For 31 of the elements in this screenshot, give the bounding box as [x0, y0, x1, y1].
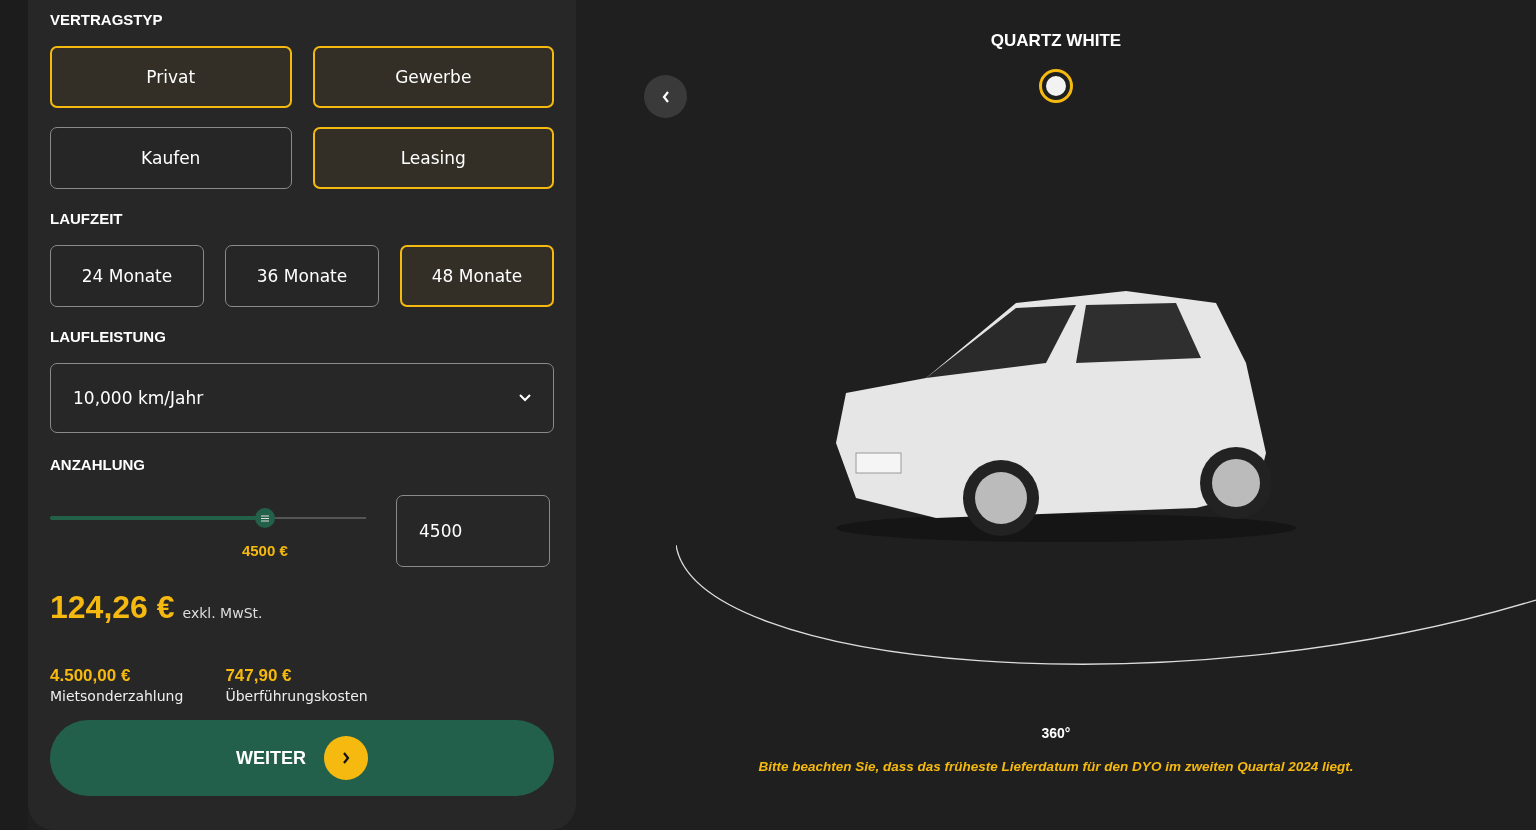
contract-option[interactable]: Privat: [50, 46, 292, 108]
color-swatch[interactable]: [1039, 69, 1073, 103]
next-button[interactable]: WEITER: [50, 720, 554, 796]
view-label: 360°: [1041, 725, 1071, 741]
back-button[interactable]: [644, 75, 687, 118]
mileage-dropdown[interactable]: 10,000 km/Jahr: [50, 363, 554, 433]
slider-thumb[interactable]: [254, 508, 275, 528]
chevron-left-icon: [661, 90, 670, 103]
grip-icon: [260, 514, 269, 522]
section-heading: VERTRAGSTYP: [50, 11, 164, 28]
contract-option[interactable]: Leasing: [312, 127, 554, 189]
cost-label: Überführungskosten: [225, 688, 368, 704]
contract-option[interactable]: Gewerbe: [312, 46, 554, 108]
chevron-right-glyph-icon: [342, 752, 350, 764]
chevron-down-icon: [519, 394, 531, 402]
slider-reading: 4500 €: [241, 542, 288, 559]
contract-option[interactable]: Kaufen: [50, 127, 292, 189]
section-heading: LAUFLEISTUNG: [50, 328, 167, 345]
cost-label: Mietsonderzahlung: [50, 688, 184, 704]
term-option[interactable]: 48 Monate: [400, 245, 554, 307]
section-heading: ANZAHLUNG: [50, 456, 146, 473]
color-name: QUARTZ WHITE: [990, 31, 1122, 51]
section-heading: LAUFZEIT: [50, 210, 124, 227]
price-note: exkl. MwSt.: [182, 605, 263, 621]
cost-amount: 747,90 €: [225, 666, 293, 686]
monthly-price: 124,26 €: [50, 589, 175, 626]
cost-amount: 4.500,00 €: [50, 666, 132, 686]
term-option[interactable]: 24 Monate: [50, 245, 204, 307]
term-option[interactable]: 36 Monate: [225, 245, 379, 307]
delivery-notice: Bitte beachten Sie, dass das früheste Lieferdatum für den DYO im zweiten Quartal 2024 liegt.: [758, 759, 1354, 774]
down-payment-field[interactable]: 4500: [396, 495, 550, 567]
